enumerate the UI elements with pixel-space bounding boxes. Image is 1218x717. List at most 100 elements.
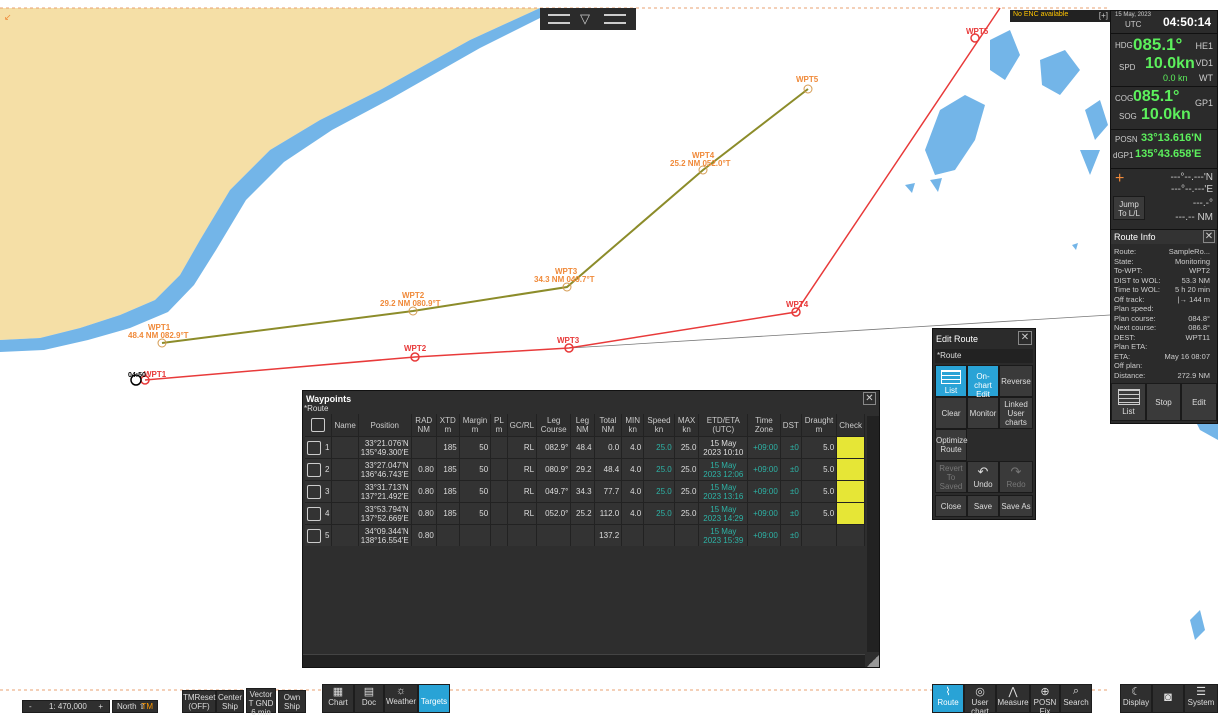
xtd-cell[interactable] [436,524,460,546]
crs-cell[interactable]: 082.9° [536,436,572,459]
max-cell[interactable]: 25.0 [674,458,700,481]
max-cell[interactable]: 25.0 [674,480,700,503]
mar-cell[interactable]: 50 [459,480,492,503]
row-checkbox[interactable] [307,506,321,521]
column-header[interactable]: Position [358,414,412,437]
mar-cell[interactable]: 50 [459,502,492,525]
crs-cell[interactable]: 080.9° [536,458,572,481]
linked-user-charts-button[interactable]: Linked User charts [999,397,1033,429]
route-list-button[interactable]: List [1111,383,1146,421]
xtd-cell[interactable]: 185 [436,458,460,481]
chevron-down-icon[interactable]: ▽ [580,11,590,27]
targets-button[interactable]: Targets [418,684,450,713]
scrollbar[interactable] [867,416,879,652]
pl-cell[interactable] [490,502,508,525]
column-header[interactable]: Draught m [801,414,838,437]
spd-cell[interactable] [643,524,675,546]
tm-reset-button[interactable]: TMReset (OFF) [182,690,216,713]
table-row[interactable]: 5 34°09.344'N 138°16.554'E 0.80 137.2 15 May 2… [305,524,865,546]
route-button[interactable]: ⌇ Route [932,684,964,713]
check-cell[interactable] [836,524,865,546]
dst-cell[interactable]: ±0 [780,524,802,546]
max-cell[interactable] [674,524,700,546]
save-as-button[interactable]: Save As [999,495,1033,517]
dr-cell[interactable]: 5.0 [801,458,838,481]
gc-cell[interactable]: RL [507,458,538,481]
dr-cell[interactable] [801,524,838,546]
column-header[interactable]: RAD NM [411,414,437,437]
rad-cell[interactable]: 0.80 [411,458,437,481]
gc-cell[interactable]: RL [507,502,538,525]
pl-cell[interactable] [490,458,508,481]
spd-cell[interactable]: 25.0 [643,502,675,525]
eta-cell[interactable]: 15 May 2023 13:16 [698,480,749,503]
name-cell[interactable] [331,480,359,503]
eta-cell[interactable]: 15 May 2023 15:39 [698,524,749,546]
spd-cell[interactable]: 25.0 [643,458,675,481]
xtd-cell[interactable]: 185 [436,436,460,459]
jump-to-ll-button[interactable]: Jump To L/L [1113,196,1145,220]
center-ship-button[interactable]: Center Ship [216,690,244,713]
column-header[interactable]: MIN kn [621,414,645,437]
crs-cell[interactable]: 052.0° [536,502,572,525]
top-menu[interactable]: ▽ [540,8,636,30]
xtd-cell[interactable]: 185 [436,502,460,525]
close-icon[interactable]: ✕ [863,392,876,405]
row-checkbox[interactable] [307,528,321,543]
dr-cell[interactable]: 5.0 [801,502,838,525]
tz-cell[interactable]: +09:00 [747,502,781,525]
position-cell[interactable]: 33°27.047'N 136°46.743'E [358,458,412,481]
spd-cell[interactable]: 25.0 [643,436,675,459]
column-header[interactable]: Name [331,414,359,437]
position-cell[interactable]: 34°09.344'N 138°16.554'E [358,524,412,546]
position-cell[interactable]: 33°53.794'N 137°52.669'E [358,502,412,525]
table-row[interactable]: 1 33°21.076'N 135°49.300'E 185 50 RL 082.9° 48.… [305,436,865,459]
vector-button[interactable]: Vector T GND 6 min [246,688,276,717]
min-cell[interactable]: 4.0 [621,458,645,481]
reverse-button[interactable]: Reverse [999,365,1033,397]
name-cell[interactable] [331,458,359,481]
table-row[interactable]: 4 33°53.794'N 137°52.669'E 0.80 185 50 RL 052.0… [305,502,865,525]
leg-cell[interactable]: 48.4 [570,436,595,459]
check-cell[interactable] [836,502,865,525]
system-button[interactable]: ☰ System [1184,684,1218,713]
check-cell[interactable] [836,436,865,459]
dst-cell[interactable]: ±0 [780,502,802,525]
dr-cell[interactable]: 5.0 [801,436,838,459]
crs-cell[interactable]: 049.7° [536,480,572,503]
column-header[interactable]: GC/RL [507,414,538,437]
screenshot-button[interactable]: ◙ [1152,684,1184,713]
min-cell[interactable]: 4.0 [621,480,645,503]
chart-button[interactable]: ▦ Chart [322,684,354,713]
column-header[interactable]: Leg Course [536,414,572,437]
posn-fix-button[interactable]: ⊕ POSN Fix [1030,684,1060,716]
row-select[interactable]: 1 [305,436,333,459]
search-button[interactable]: ⌕ Search [1060,684,1092,713]
column-header[interactable]: Check [836,414,865,437]
eta-cell[interactable]: 15 May 2023 14:29 [698,502,749,525]
rad-cell[interactable]: 0.80 [411,480,437,503]
tot-cell[interactable]: 48.4 [594,458,623,481]
close-button[interactable]: Close [935,495,967,517]
tot-cell[interactable]: 112.0 [594,502,623,525]
onchart-edit-button[interactable]: On-chart Edit [967,365,999,399]
column-header[interactable]: Total NM [594,414,623,437]
leg-cell[interactable]: 34.3 [570,480,595,503]
column-header[interactable]: PL m [490,414,508,437]
min-cell[interactable]: 4.0 [621,502,645,525]
own-ship-button[interactable]: Own Ship [278,690,306,713]
dr-cell[interactable]: 5.0 [801,480,838,503]
orientation-control[interactable]: North ⇧ TM [112,700,158,713]
max-cell[interactable]: 25.0 [674,436,700,459]
column-header[interactable]: XTD m [436,414,460,437]
column-header[interactable]: DST [780,414,802,437]
measure-button[interactable]: ⋀ Measure [996,684,1030,713]
pl-cell[interactable] [490,524,508,546]
eta-cell[interactable]: 15 May 2023 10:10 [698,436,749,459]
tz-cell[interactable]: +09:00 [747,458,781,481]
min-cell[interactable]: 4.0 [621,436,645,459]
column-header[interactable]: ETD/ETA (UTC) [698,414,749,437]
crs-cell[interactable] [536,524,572,546]
save-button[interactable]: Save [967,495,999,517]
column-header[interactable]: Time Zone [747,414,781,437]
